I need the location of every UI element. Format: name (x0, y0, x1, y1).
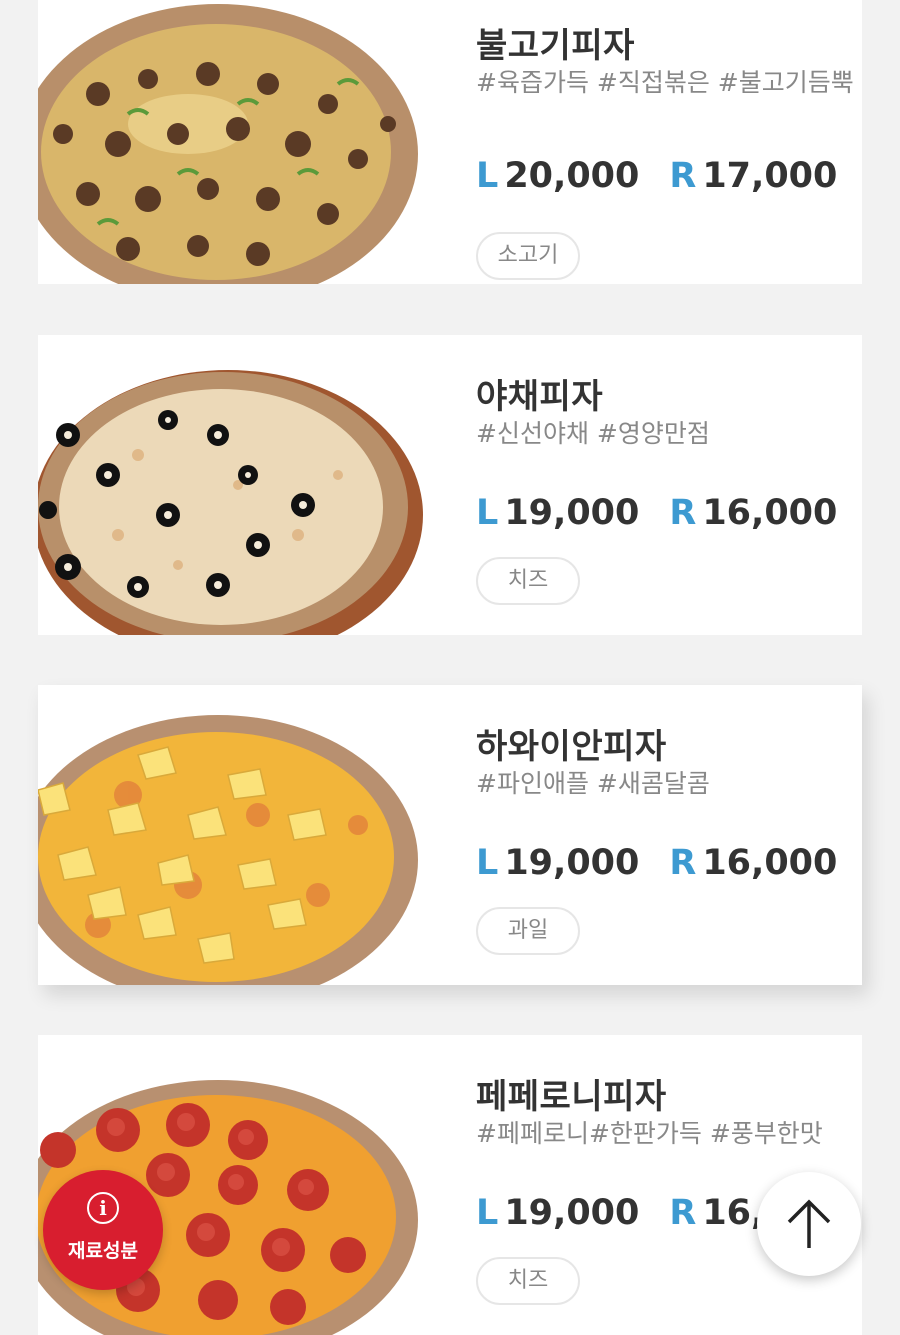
menu-tags: #페페로니#한판가득 #풍부한맛 (476, 1119, 823, 1148)
price-large: 20,000 (504, 156, 640, 196)
price-large-label: L (476, 493, 499, 533)
price-regular-label: R (669, 156, 697, 196)
menu-name: 야채피자 (476, 377, 604, 417)
price-regular: 16,000 (702, 843, 838, 883)
pizza-image-vegetable (38, 335, 438, 635)
menu-tags: #신선야채 #영양만점 (476, 419, 710, 448)
price-large-label: L (476, 156, 499, 196)
arrow-up-icon (787, 1199, 831, 1248)
price-regular-label: R (669, 493, 697, 533)
menu-card-pepperoni[interactable]: 페페로니피자 #페페로니#한판가득 #풍부한맛 L19,000R16,000 치… (38, 1035, 862, 1335)
menu-prices: L 20,000 R 17,000 (476, 156, 837, 196)
menu-tags: #육즙가득 #직접볶은 #불고기듬뿍 (476, 68, 854, 97)
price-regular-label: R (669, 1193, 697, 1233)
menu-name: 불고기피자 (476, 26, 635, 66)
menu-card-bulgogi[interactable]: 불고기피자 #육즙가득 #직접볶은 #불고기듬뿍 L 20,000 R 17,000 … (38, 0, 862, 284)
price-large-label: L (476, 1193, 499, 1233)
menu-card-hawaiian[interactable]: 하와이안피자 #파인애플 #새콤달콤 L 19,000 R 16,000 과일 (38, 685, 862, 985)
price-regular: 17,000 (702, 156, 838, 196)
menu-name: 하와이안피자 (476, 727, 667, 767)
price-large: 19,000 (504, 843, 640, 883)
category-chip[interactable]: 치즈 (476, 1257, 580, 1305)
pizza-image-hawaiian (38, 685, 438, 985)
price-large: 19,000 (504, 1193, 640, 1233)
category-chip[interactable]: 치즈 (476, 557, 580, 605)
info-icon: i (87, 1192, 119, 1224)
category-chip[interactable]: 소고기 (476, 232, 580, 280)
ingredients-label: 재료성분 (68, 1240, 138, 1262)
price-regular: 16,000 (702, 493, 838, 533)
category-chip[interactable]: 과일 (476, 907, 580, 955)
ingredients-button[interactable]: i 재료성분 (43, 1170, 163, 1290)
scroll-top-button[interactable] (757, 1172, 861, 1276)
menu-tags: #파인애플 #새콤달콤 (476, 769, 710, 798)
menu-name: 페페로니피자 (476, 1077, 667, 1117)
price-large: 19,000 (504, 493, 640, 533)
menu-prices: L19,000 R16,000 (476, 843, 837, 883)
pizza-image-bulgogi (38, 0, 438, 284)
menu-card-vegetable[interactable]: 야채피자 #신선야채 #영양만점 L 19,000 R 16,000 치즈 (38, 335, 862, 635)
price-regular-label: R (669, 843, 697, 883)
menu-prices: L19,000 R16,000 (476, 493, 837, 533)
price-large-label: L (476, 843, 499, 883)
